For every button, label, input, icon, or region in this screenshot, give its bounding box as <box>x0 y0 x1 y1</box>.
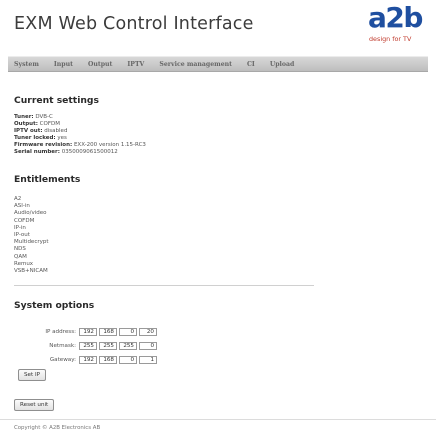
setting-value: disabled <box>44 128 68 134</box>
divider <box>14 285 314 286</box>
list-item: ASI-in <box>14 203 30 210</box>
nav-ci[interactable]: CI <box>247 61 255 68</box>
setting-label: Serial number: <box>14 149 60 155</box>
app-title: EXM Web Control Interface <box>14 14 254 34</box>
setting-value: yes <box>57 135 67 141</box>
setting-iptv-out: IPTV out: disabled <box>14 128 67 135</box>
nav-input[interactable]: Input <box>54 61 73 68</box>
setting-label: Tuner locked: <box>14 135 56 141</box>
ip-octet-3[interactable] <box>119 327 137 336</box>
netmask-row: Netmask: <box>14 340 159 351</box>
list-item: Audio/video <box>14 210 47 217</box>
netmask-octet-3[interactable] <box>119 341 137 350</box>
list-item: NDS <box>14 246 26 253</box>
setting-output: Output: COFDM <box>14 121 60 128</box>
setting-label: Firmware revision: <box>14 142 73 148</box>
copyright-text: Copyright © A2B Electronics AB <box>14 425 101 431</box>
list-item: Remux <box>14 260 34 267</box>
logo-text: a2b <box>368 1 423 34</box>
gateway-label: Gateway: <box>49 356 76 363</box>
current-settings-heading: Current settings <box>14 95 99 106</box>
set-ip-button[interactable]: Set IP <box>18 369 46 381</box>
a2b-logo: a2b design for TV <box>368 1 428 45</box>
setting-firmware: Firmware revision: EXX-200 version 1.15-… <box>14 142 146 149</box>
gateway-octet-1[interactable] <box>79 355 97 364</box>
netmask-label: Netmask: <box>49 342 76 349</box>
setting-value: EXX-200 version 1.15-RC3 <box>73 142 146 148</box>
netmask-octet-1[interactable] <box>79 341 97 350</box>
setting-tuner-locked: Tuner locked: yes <box>14 135 67 142</box>
netmask-octet-2[interactable] <box>99 341 117 350</box>
nav-output[interactable]: Output <box>88 61 112 68</box>
nav-system[interactable]: System <box>14 61 39 68</box>
setting-value: COFDM <box>39 121 60 127</box>
setting-label: Tuner: <box>14 114 34 120</box>
setting-tuner: Tuner: DVB-C <box>14 114 53 121</box>
list-item: COFDM <box>14 217 35 224</box>
nav-iptv[interactable]: IPTV <box>127 61 144 68</box>
ip-address-row: IP address: <box>14 326 159 337</box>
gateway-octet-2[interactable] <box>99 355 117 364</box>
nav-upload[interactable]: Upload <box>270 61 295 68</box>
ip-octet-2[interactable] <box>99 327 117 336</box>
main-nav: System Input Output IPTV Service managem… <box>8 56 428 72</box>
nav-service-management[interactable]: Service management <box>159 61 232 68</box>
gateway-row: Gateway: <box>14 354 159 365</box>
list-item: A2 <box>14 196 22 202</box>
setting-value: DVB-C <box>35 114 53 120</box>
ip-address-label: IP address: <box>45 328 76 335</box>
list-item: IP-in <box>14 224 26 231</box>
ip-octet-4[interactable] <box>139 327 157 336</box>
list-item: IP-out <box>14 232 30 239</box>
ip-octet-1[interactable] <box>79 327 97 336</box>
system-options-heading: System options <box>14 300 95 311</box>
reset-unit-button[interactable]: Reset unit <box>14 399 55 411</box>
entitlements-heading: Entitlements <box>14 174 81 185</box>
setting-label: IPTV out: <box>14 128 43 134</box>
netmask-octet-4[interactable] <box>139 341 157 350</box>
setting-serial: Serial number: 0350009061500012 <box>14 149 118 156</box>
header: EXM Web Control Interface a2b design for… <box>0 0 436 52</box>
logo-tagline: design for TV <box>369 35 412 43</box>
setting-value: 0350009061500012 <box>61 149 118 155</box>
list-item: QAM <box>14 253 27 260</box>
setting-label: Output: <box>14 121 38 127</box>
list-item: VSB+NICAM <box>14 268 48 275</box>
list-item: Multidecrypt <box>14 239 49 246</box>
entitlements-list: A2 ASI-in Audio/video COFDM IP-in IP-out… <box>14 196 49 275</box>
gateway-octet-4[interactable] <box>139 355 157 364</box>
gateway-octet-3[interactable] <box>119 355 137 364</box>
